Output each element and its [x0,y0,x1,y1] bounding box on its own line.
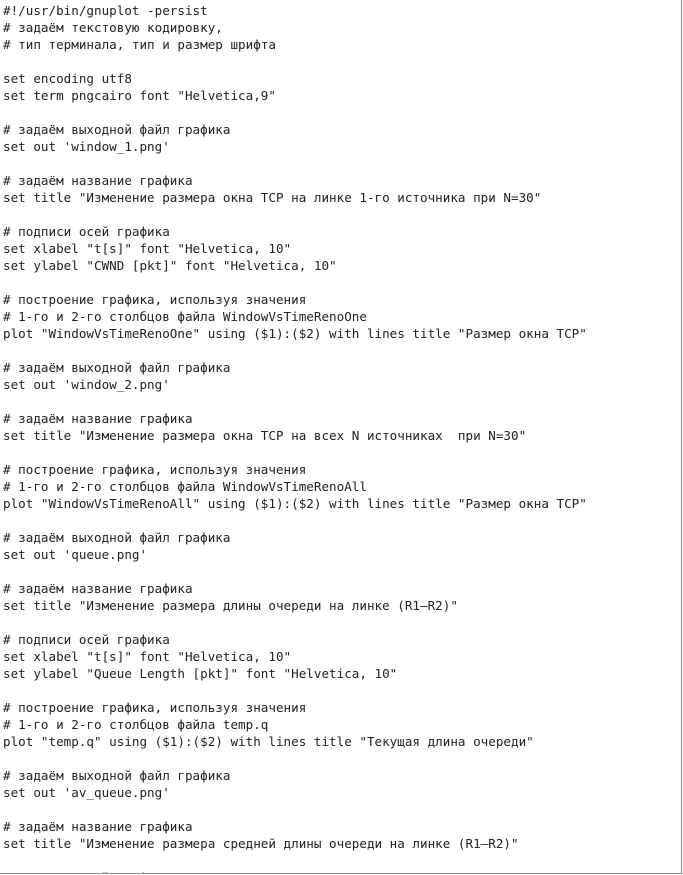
code-line[interactable] [3,342,587,359]
code-line[interactable] [3,801,587,818]
code-line[interactable] [3,852,587,869]
code-line[interactable]: # задаём название графика [3,818,587,835]
code-line[interactable]: # задаём название графика [3,410,587,427]
code-line[interactable] [3,53,587,70]
code-line[interactable]: set xlabel "t[s]" font "Helvetica, 10" [3,648,587,665]
code-line[interactable]: # 1-го и 2-го столбцов файла WindowVsTim… [3,478,587,495]
code-line[interactable]: # 1-го и 2-го столбцов файла WindowVsTim… [3,308,587,325]
code-line[interactable]: set encoding utf8 [3,70,587,87]
code-line[interactable] [3,274,587,291]
code-line[interactable] [3,155,587,172]
code-line[interactable]: set ylabel "Queue Length [pkt]" font "He… [3,665,587,682]
code-line[interactable]: set title "Изменение размера окна TCP на… [3,189,587,206]
code-area[interactable]: #!/usr/bin/gnuplot -persist # задаём текс… [3,2,587,873]
code-line[interactable]: # подписи осей графика [3,631,587,648]
code-line[interactable] [3,206,587,223]
code-line[interactable]: # задаём название графика [3,172,587,189]
code-line[interactable]: set xlabel "t[s]" font "Helvetica, 10" [3,240,587,257]
code-line[interactable]: # задаём название графика [3,580,587,597]
code-line[interactable]: set out 'window_1.png' [3,138,587,155]
code-line[interactable]: set out 'window_2.png' [3,376,587,393]
code-line[interactable] [3,614,587,631]
code-line[interactable] [3,563,587,580]
code-line[interactable]: set out 'av_queue.png' [3,784,587,801]
code-line[interactable]: set title "Изменение размера окна TCP на… [3,427,587,444]
code-line[interactable]: plot "temp.q" using ($1):($2) with lines… [3,733,587,750]
code-line[interactable]: # построение графика, используя значения [3,291,587,308]
code-line[interactable]: # тип терминала, тип и размер шрифта [3,36,587,53]
code-line[interactable]: # построение графика, используя значения [3,699,587,716]
code-line[interactable]: set title "Изменение размера длины очере… [3,597,587,614]
code-line[interactable] [3,512,587,529]
code-line[interactable]: set title "Изменение размера средней дли… [3,835,587,852]
code-line[interactable] [3,750,587,767]
code-line[interactable]: # построение графика, используя значения [3,461,587,478]
code-line[interactable]: plot "WindowVsTimeRenoOne" using ($1):($… [3,325,587,342]
code-line[interactable]: # подписи осей графика [3,869,587,873]
code-line[interactable]: # подписи осей графика [3,223,587,240]
code-line[interactable]: set ylabel "CWND [pkt]" font "Helvetica,… [3,257,587,274]
code-line[interactable] [3,444,587,461]
code-line[interactable] [3,682,587,699]
code-line[interactable]: # задаём выходной файл графика [3,121,587,138]
code-line[interactable]: #!/usr/bin/gnuplot -persist [3,2,587,19]
code-line[interactable]: # 1-го и 2-го столбцов файла temp.q [3,716,587,733]
code-line[interactable]: set out 'queue.png' [3,546,587,563]
code-line[interactable]: # задаём текстовую кодировку, [3,19,587,36]
code-line[interactable] [3,104,587,121]
code-line[interactable]: # задаём выходной файл графика [3,359,587,376]
text-editor[interactable]: #!/usr/bin/gnuplot -persist # задаём текс… [0,0,682,874]
code-line[interactable]: plot "WindowVsTimeRenoAll" using ($1):($… [3,495,587,512]
code-line[interactable] [3,393,587,410]
code-line[interactable]: # задаём выходной файл графика [3,767,587,784]
code-line[interactable]: # задаём выходной файл графика [3,529,587,546]
code-line[interactable]: set term pngcairo font "Helvetica,9" [3,87,587,104]
